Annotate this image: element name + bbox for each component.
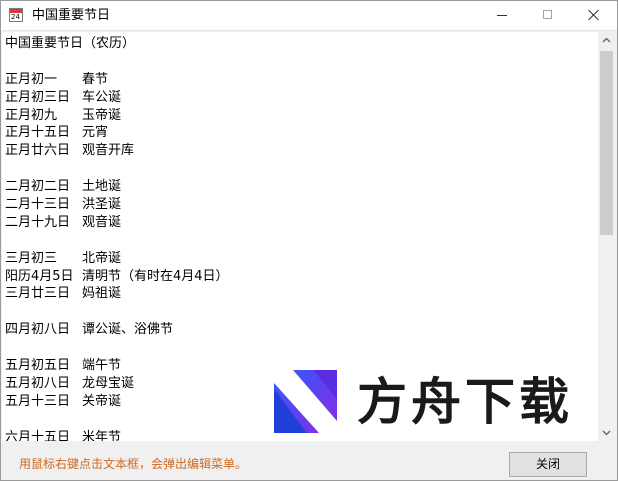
festival-date: 四月初八日: [5, 322, 71, 338]
festival-date: 二月初二日: [5, 179, 71, 195]
text-line: 正月初三日 车公诞: [5, 89, 229, 107]
text-line: [5, 232, 229, 250]
text-line: 二月十三日 洪圣诞: [5, 196, 229, 214]
festival-name: 端午节: [82, 358, 122, 374]
festival-date: 三月廿三日: [5, 286, 71, 302]
scroll-down-button[interactable]: [598, 424, 615, 441]
festival-name: 玉帝诞: [82, 107, 122, 123]
line-text: 中国重要节日（农历）: [5, 36, 136, 51]
festival-date: 五月十三日: [5, 393, 71, 409]
calendar-day-number: 24: [11, 13, 20, 21]
text-line: 三月廿三日 妈祖诞: [5, 285, 229, 303]
festival-date: 正月十五日: [5, 125, 71, 141]
festival-date: 二月十三日: [5, 197, 71, 213]
festival-date: 六月十五日: [5, 429, 71, 441]
festival-date: 阳历4月5日: [5, 268, 74, 284]
maximize-button[interactable]: [525, 1, 571, 30]
text-line: [5, 339, 229, 357]
text-line: [5, 160, 229, 178]
festival-name: 妈祖诞: [82, 286, 122, 302]
festival-name: 龙母宝诞: [82, 375, 135, 391]
festival-date: 正月初一: [5, 71, 58, 87]
minimize-button[interactable]: [479, 1, 525, 30]
vertical-scrollbar[interactable]: [598, 32, 615, 441]
festival-lines: 中国重要节日（农历） 正月初一 春节 正月初三日 车公诞 正月初九 玉帝诞 正月十五日 元宵 正月…: [5, 35, 229, 441]
festival-date: 五月初八日: [5, 375, 71, 391]
festival-name: 土地诞: [82, 179, 122, 195]
text-line: 五月十三日 关帝诞: [5, 393, 229, 411]
chevron-down-icon: [602, 430, 611, 436]
title-bar[interactable]: 24 中国重要节日: [1, 1, 617, 31]
text-line: 正月十五日 元宵: [5, 124, 229, 142]
festival-name: 观音诞: [82, 214, 122, 230]
festival-name: 观音开库: [82, 143, 135, 159]
chevron-up-icon: [602, 37, 611, 43]
text-line: 正月初九 玉帝诞: [5, 107, 229, 125]
app-window: 24 中国重要节日 中国重要节日（农历） 正月初一 春节 正月初三日 车公诞 正月初九 玉帝…: [0, 0, 618, 481]
festival-name: 清明节（有时在4月4日）: [82, 268, 229, 284]
festival-name: 春节: [82, 71, 109, 87]
scroll-up-button[interactable]: [598, 32, 615, 49]
festival-name: 米年节: [82, 429, 122, 441]
festival-date: 正月廿六日: [5, 143, 71, 159]
text-line: 二月十九日 观音诞: [5, 214, 229, 232]
festival-name: 洪圣诞: [82, 197, 122, 213]
text-line: 阳历4月5日 清明节（有时在4月4日）: [5, 268, 229, 286]
festival-date: 二月十九日: [5, 214, 71, 230]
text-line: 六月十五日 米年节: [5, 429, 229, 441]
festival-date: 五月初五日: [5, 358, 71, 374]
close-button[interactable]: 关闭: [509, 452, 587, 477]
text-line: 中国重要节日（农历）: [5, 35, 229, 53]
maximize-icon: [543, 10, 552, 19]
window-title: 中国重要节日: [32, 8, 111, 23]
festival-date: 正月初三日: [5, 89, 71, 105]
festival-name: 车公诞: [82, 89, 122, 105]
festival-date: 正月初九: [5, 107, 58, 123]
watermark-text: 方舟下载: [357, 373, 573, 431]
text-line: [5, 53, 229, 71]
festival-name: 谭公诞、浴佛节: [82, 322, 174, 338]
calendar-icon: 24: [9, 8, 23, 22]
festival-date: 三月初三: [5, 250, 58, 266]
text-line: 正月廿六日 观音开库: [5, 142, 229, 160]
festival-name: 元宵: [82, 125, 109, 141]
text-line: 二月初二日 土地诞: [5, 178, 229, 196]
text-line: [5, 411, 229, 429]
text-line: 五月初五日 端午节: [5, 357, 229, 375]
scrollbar-thumb[interactable]: [600, 51, 613, 235]
context-menu-hint: 用鼠标右键点击文本框，会弹出编辑菜单。: [19, 457, 248, 471]
festival-name: 关帝诞: [82, 393, 122, 409]
text-line: 四月初八日 谭公诞、浴佛节: [5, 321, 229, 339]
text-line: [5, 303, 229, 321]
close-icon: [588, 9, 600, 21]
close-window-button[interactable]: [571, 1, 617, 30]
text-line: 五月初八日 龙母宝诞: [5, 375, 229, 393]
text-line: 三月初三 北帝诞: [5, 250, 229, 268]
minimize-icon: [497, 15, 507, 16]
download-site-logo-icon: [274, 370, 337, 433]
watermark: 方舟下载: [273, 369, 583, 439]
text-line: 正月初一 春节: [5, 71, 229, 89]
festival-name: 北帝诞: [82, 250, 122, 266]
